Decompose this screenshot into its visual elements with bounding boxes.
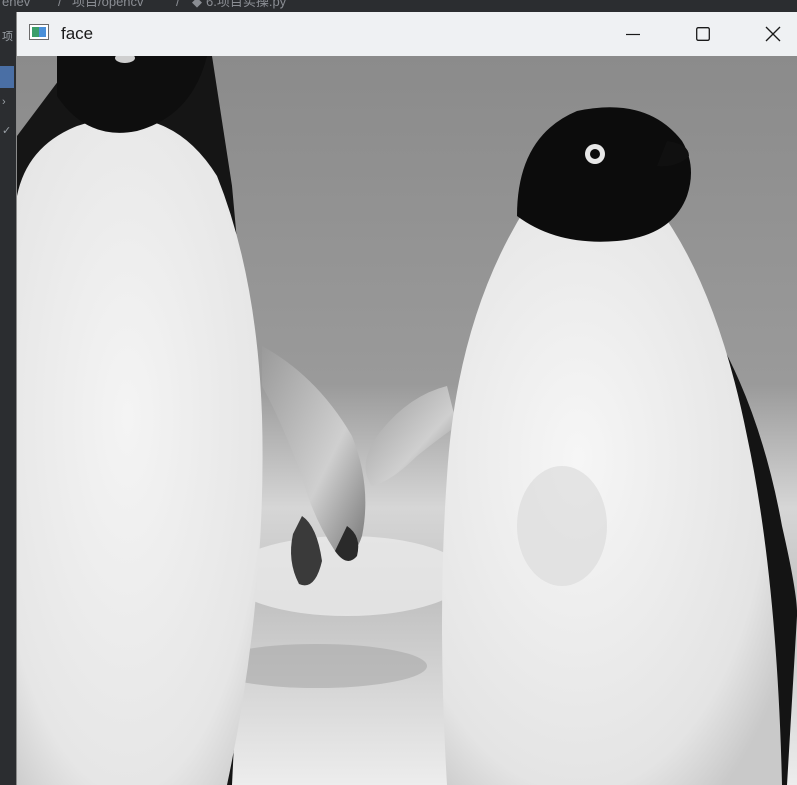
minimize-icon [626, 33, 640, 36]
window-title: face [61, 24, 94, 43]
ide-selected-item[interactable] [0, 66, 14, 88]
python-file-icon: ◆ [192, 0, 202, 9]
close-button[interactable] [738, 12, 797, 56]
ide-sidebar: 项 › ✓ [0, 12, 16, 785]
maximize-button[interactable] [668, 12, 738, 56]
chevron-right-icon[interactable]: › [2, 96, 6, 108]
breadcrumb-separator: / [176, 0, 180, 9]
image-canvas [17, 56, 797, 785]
title-bar[interactable]: face [17, 12, 797, 57]
minimize-button[interactable] [598, 12, 668, 56]
breadcrumb-folder[interactable]: 项目/opencv [72, 0, 144, 8]
window-app-icon [29, 24, 49, 40]
close-icon [765, 26, 781, 42]
check-icon: ✓ [2, 125, 12, 137]
maximize-icon [696, 27, 710, 41]
ide-sidebar-label: 项 [2, 31, 13, 43]
image-window[interactable]: face [16, 12, 797, 785]
ide-header: enev / 项目/opencv / ◆ 6.项目实操.py [0, 0, 797, 12]
breadcrumb-file[interactable]: 6.项目实操.py [206, 0, 286, 8]
breadcrumb-project[interactable]: enev [2, 0, 30, 8]
breadcrumb-separator: / [58, 0, 62, 9]
penguins-image [17, 56, 797, 785]
